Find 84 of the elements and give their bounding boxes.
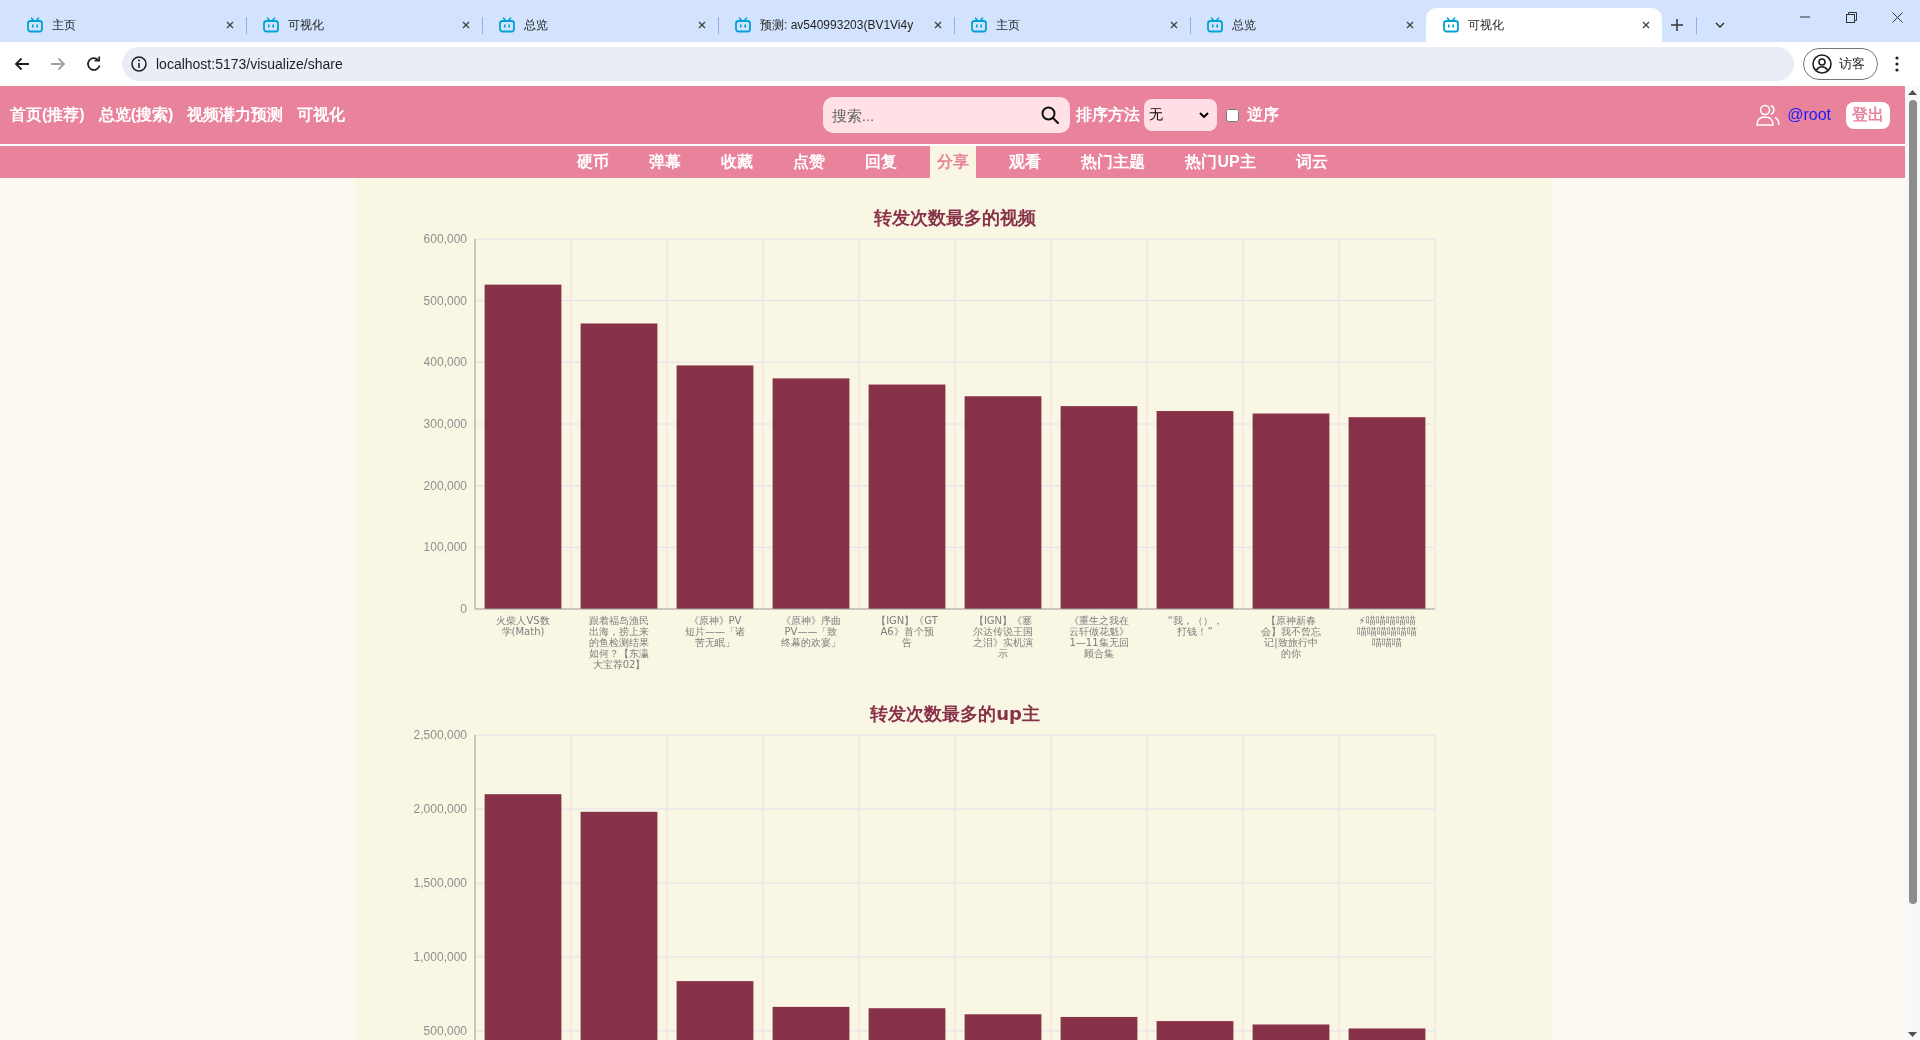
- browser-tab[interactable]: 主页: [10, 8, 246, 42]
- plus-icon[interactable]: [1671, 19, 1683, 31]
- scroll-up-icon[interactable]: [1908, 90, 1917, 95]
- subnav-tab[interactable]: 弹幕: [642, 146, 689, 178]
- subnav-tab[interactable]: 热门主题: [1074, 146, 1153, 178]
- address-bar[interactable]: localhost:5173/visualize/share: [122, 47, 1794, 81]
- tv-icon: [1207, 17, 1223, 33]
- x-axis-label: 【IGN】《GTA6》首个预告: [875, 615, 938, 648]
- tv-icon: [971, 17, 987, 33]
- subnav-tab[interactable]: 点赞: [786, 146, 833, 178]
- tv-icon: [735, 17, 751, 33]
- restore-icon[interactable]: [1845, 11, 1857, 23]
- y-tick-label: 600,000: [423, 232, 467, 246]
- nav-link[interactable]: 可视化: [297, 104, 346, 126]
- y-tick-label: 500,000: [423, 1024, 467, 1038]
- close-icon[interactable]: [1170, 21, 1178, 29]
- x-axis-label: 《原神》PV短片——「诸苦无眠」: [683, 615, 746, 648]
- x-axis-label: 《重生之我在云轩做花魁》1—11集无回顾合集: [1067, 615, 1130, 659]
- x-axis-label: 【原神新春会】我不曾忘记|致旅行中的你: [1259, 615, 1322, 659]
- profile-button[interactable]: 访客: [1803, 48, 1878, 80]
- nav-link[interactable]: 总览(搜索): [98, 104, 174, 126]
- tv-icon: [1443, 17, 1459, 33]
- chevron-down-icon[interactable]: [1715, 22, 1725, 28]
- y-tick-label: 0: [459, 602, 467, 616]
- subnav-tab[interactable]: 收藏: [714, 146, 761, 178]
- x-axis-label: 《原神》序曲PV——「致终幕的欢宴」: [779, 615, 842, 648]
- x-axis-label: 跟着福岛渔民出海，捞上来的鱼检测结果如何？【东瀛大宝荐02】: [587, 615, 650, 670]
- browser-tab[interactable]: 总览: [1190, 8, 1426, 42]
- subnav-tab[interactable]: 硬币: [570, 146, 617, 178]
- more-icon[interactable]: [1895, 56, 1899, 72]
- reverse-label: 逆序: [1246, 104, 1279, 125]
- close-icon[interactable]: [934, 21, 942, 29]
- subnav-tab[interactable]: 回复: [858, 146, 905, 178]
- users-icon: [1756, 104, 1781, 126]
- tv-icon: [27, 17, 43, 33]
- close-icon[interactable]: [1406, 21, 1414, 29]
- y-tick-label: 2,000,000: [413, 802, 467, 816]
- x-axis-label: ⚡喵喵喵喵喵喵喵喵喵喵喵喵喵喵: [1355, 615, 1418, 648]
- y-tick-label: 100,000: [423, 540, 467, 555]
- scroll-down-icon[interactable]: [1908, 1032, 1917, 1037]
- y-tick-label: 500,000: [423, 293, 467, 308]
- scrollbar-thumb[interactable]: [1908, 100, 1917, 904]
- close-icon[interactable]: [698, 21, 706, 29]
- info-icon[interactable]: [131, 56, 147, 72]
- y-tick-label: 200,000: [423, 478, 467, 493]
- y-tick-label: 400,000: [423, 355, 467, 370]
- browser-tab[interactable]: 可视化: [1426, 8, 1662, 42]
- chevron-down-icon: [1198, 112, 1209, 118]
- y-tick-label: 1,000,000: [413, 950, 467, 964]
- nav-link[interactable]: 首页(推荐): [10, 104, 85, 126]
- close-icon[interactable]: [226, 21, 234, 29]
- close-icon[interactable]: [462, 21, 470, 29]
- tv-icon: [263, 17, 279, 33]
- y-tick-label: 2,500,000: [413, 728, 467, 742]
- sort-select[interactable]: 无: [1143, 99, 1217, 131]
- browser-tab[interactable]: 总览: [482, 8, 718, 42]
- account-icon: [1812, 54, 1832, 74]
- browser-tab[interactable]: 预测: av540993203(BV1Vi4y: [718, 8, 954, 42]
- chart-title: 转发次数最多的视频: [873, 206, 1036, 228]
- close-icon[interactable]: [1642, 21, 1650, 29]
- x-axis-label: “我，（），打钱！”: [1165, 615, 1224, 637]
- y-tick-label: 1,500,000: [413, 876, 467, 890]
- browser-tab[interactable]: 主页: [954, 8, 1190, 42]
- subnav-tab[interactable]: 分享: [930, 146, 977, 178]
- chart-title: 转发次数最多的up主: [869, 702, 1040, 724]
- nav-link[interactable]: 视频潜力预测: [187, 104, 284, 126]
- search-field[interactable]: 搜索...: [822, 97, 1070, 133]
- close-icon[interactable]: [1891, 11, 1903, 23]
- subnav-tab[interactable]: 词云: [1288, 146, 1335, 178]
- back-arrow-icon[interactable]: [14, 57, 30, 71]
- reverse-checkbox[interactable]: [1225, 108, 1239, 122]
- subnav-tab[interactable]: 热门UP主: [1178, 146, 1263, 178]
- reload-icon[interactable]: [86, 56, 102, 72]
- search-icon[interactable]: [1040, 106, 1059, 124]
- y-tick-label: 300,000: [423, 417, 467, 431]
- sort-label: 排序方法: [1075, 104, 1140, 125]
- browser-tab[interactable]: 可视化: [246, 8, 482, 42]
- subnav-tab[interactable]: 观看: [1002, 146, 1049, 178]
- x-axis-label: 【IGN】《塞尔达传说王国之泪》实机演示: [971, 615, 1034, 659]
- user-link[interactable]: @root: [1787, 106, 1831, 124]
- logout-button[interactable]: 登出: [1846, 101, 1890, 129]
- tv-icon: [499, 17, 515, 33]
- forward-arrow-icon[interactable]: [50, 57, 66, 71]
- x-axis-label: 火柴人VS数学(Math): [494, 615, 551, 637]
